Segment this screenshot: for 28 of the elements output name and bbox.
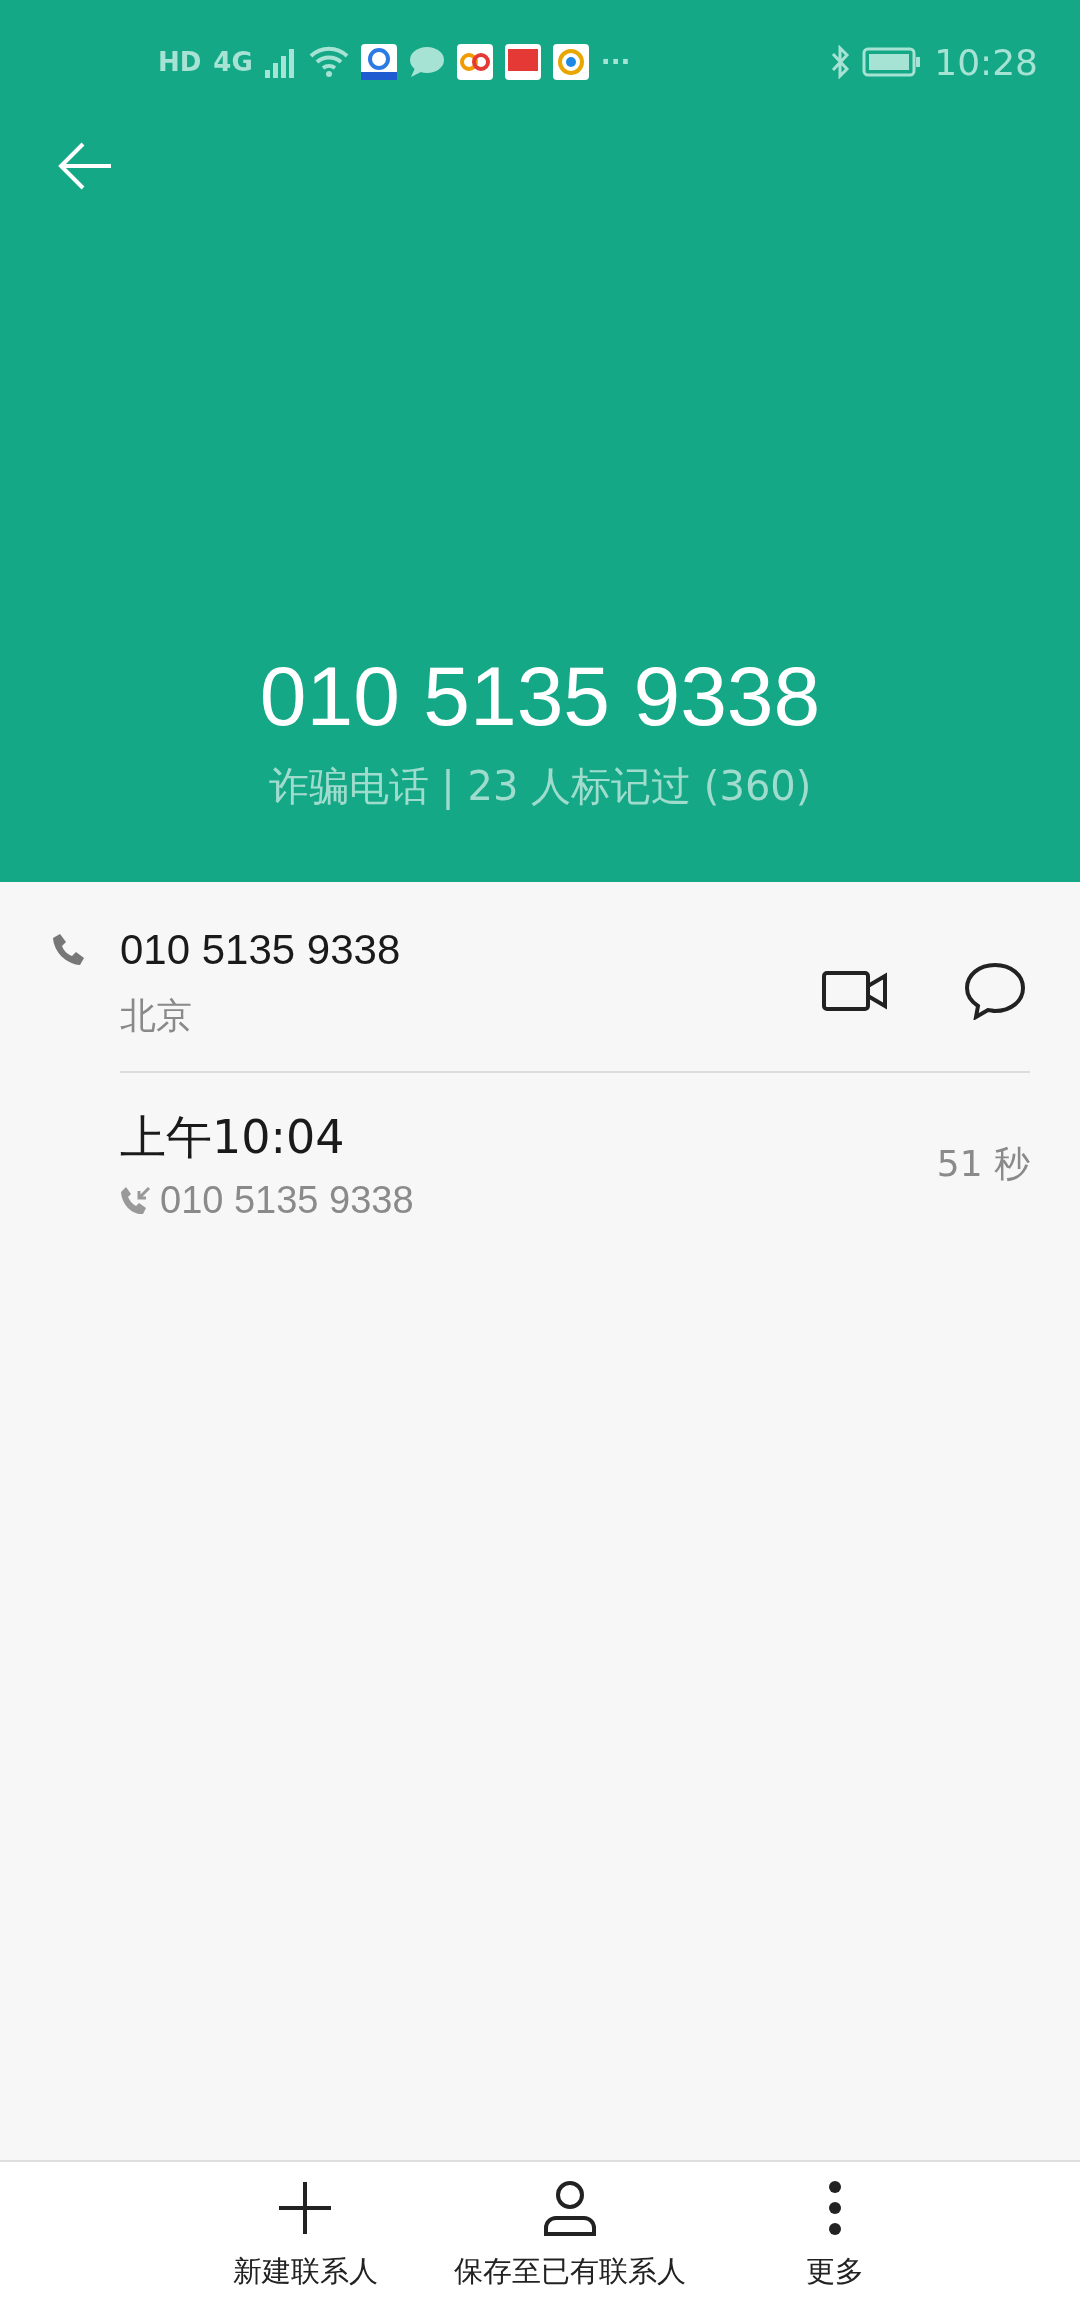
more-notifications: ···: [600, 47, 631, 77]
app-icon: [552, 44, 589, 80]
bottom-bar-button[interactable]: 新建联系人: [190, 2162, 420, 2310]
bottom-bar-button[interactable]: 更多: [720, 2162, 950, 2310]
plus-icon: [277, 2180, 333, 2236]
contact-location: 北京: [120, 994, 193, 1038]
network-label: HD: [158, 47, 202, 77]
wifi-icon: [308, 46, 349, 78]
app-icon: [456, 44, 493, 80]
contact-number: 010 5135 9338: [120, 926, 402, 974]
app-icon: [504, 44, 541, 80]
chat-icon: [408, 46, 445, 78]
person-icon: [542, 2180, 598, 2236]
number-tag: 诈骗电话 | 23 人标记过 (360): [268, 759, 812, 814]
bottom-bar-button[interactable]: 保存至已有联系人: [420, 2162, 720, 2310]
phone-number: 010 5135 9338: [259, 648, 821, 745]
incoming-call-icon: [120, 1184, 152, 1217]
network-label: 4G: [213, 47, 253, 77]
signal-icon: [264, 46, 297, 78]
app-icon: [360, 44, 397, 80]
status-time: 10:28: [934, 41, 1038, 83]
call-number: 010 5135 9338: [160, 1179, 414, 1222]
more-icon: [828, 2180, 842, 2236]
phone-icon: [52, 932, 86, 966]
bluetooth-icon: [830, 45, 851, 79]
battery-icon: [862, 47, 923, 77]
call-time: 上午10:04: [120, 1109, 346, 1166]
call-duration: 51 秒: [936, 1142, 1030, 1186]
